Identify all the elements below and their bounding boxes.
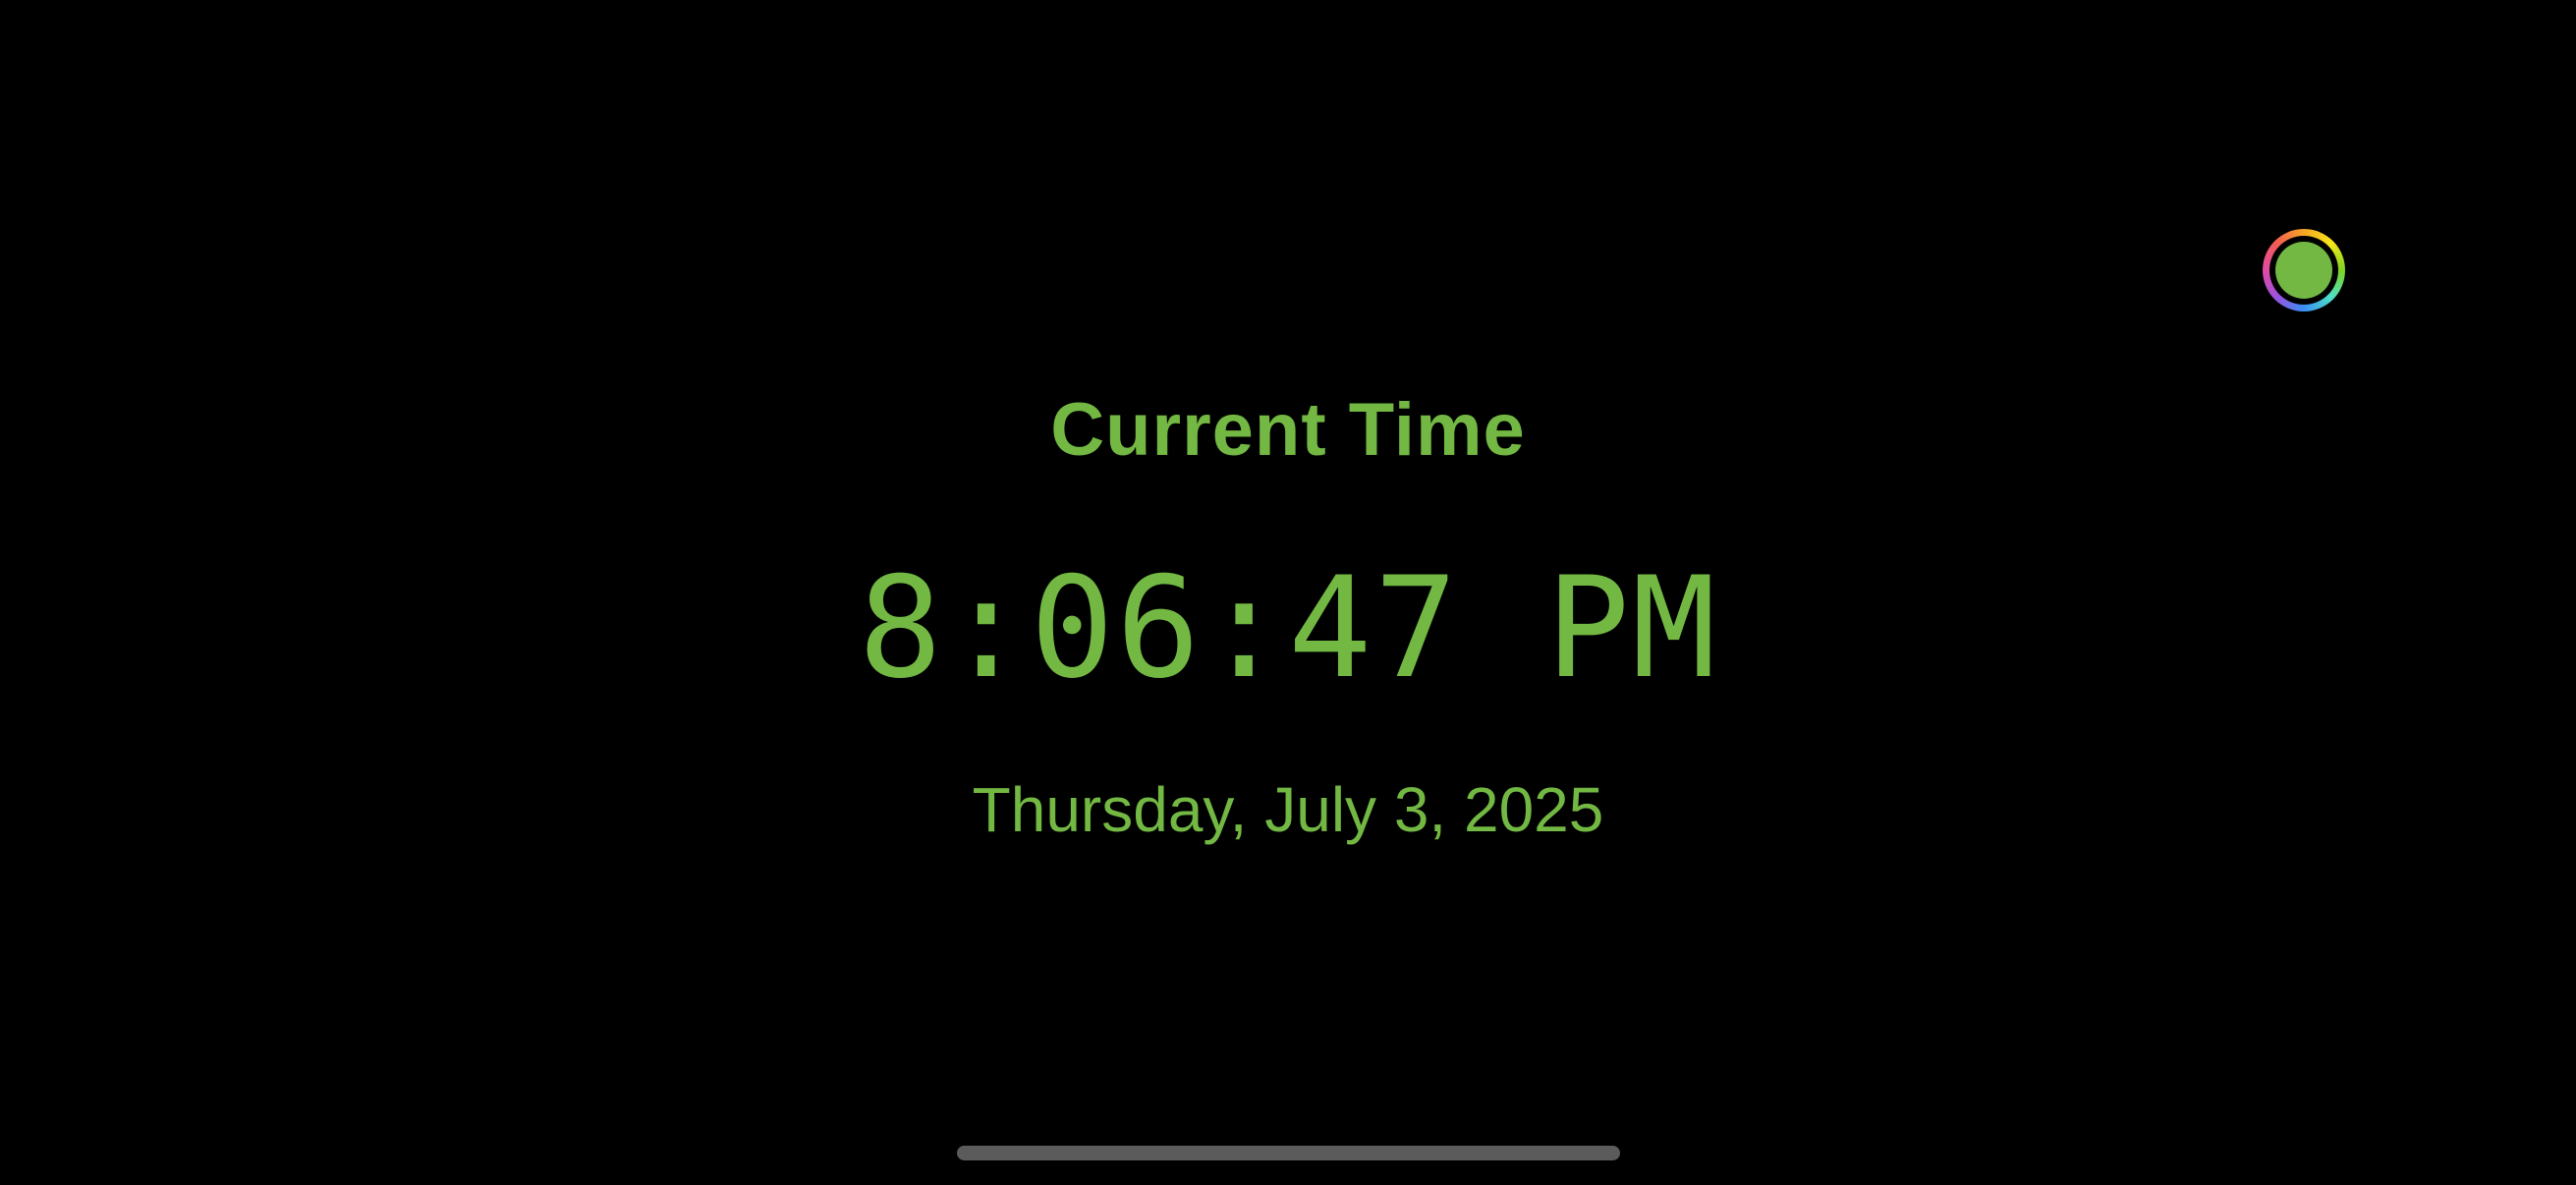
color-picker-button[interactable] xyxy=(2263,229,2345,311)
home-indicator[interactable] xyxy=(957,1146,1620,1160)
color-wheel-icon xyxy=(2269,236,2338,305)
clock-title: Current Time xyxy=(1050,388,1526,472)
clock-screen: Current Time 8:06:47 PM Thursday, July 3… xyxy=(0,0,2576,1185)
current-date-display: Thursday, July 3, 2025 xyxy=(972,774,1604,845)
selected-color-swatch xyxy=(2275,242,2332,299)
current-time-display: 8:06:47 PM xyxy=(858,547,1718,709)
